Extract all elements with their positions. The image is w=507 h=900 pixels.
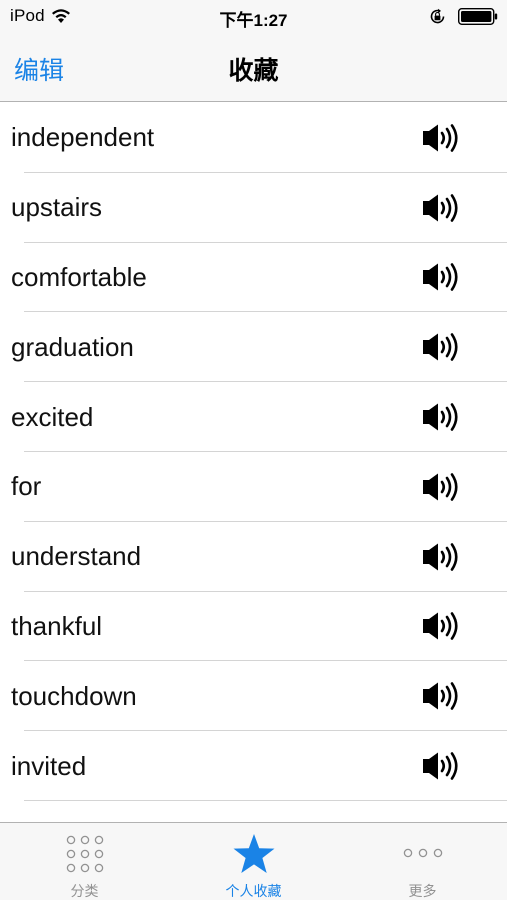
- speaker-icon[interactable]: [422, 542, 460, 572]
- word-label: understand: [11, 541, 142, 572]
- speaker-icon[interactable]: [422, 193, 460, 223]
- word-label: independent: [11, 122, 155, 153]
- word-label: excited: [11, 401, 94, 432]
- speaker-icon[interactable]: [422, 472, 460, 502]
- status-right: [429, 8, 498, 25]
- list-item[interactable]: excited: [0, 382, 507, 452]
- navigation-bar: 编辑 收藏: [0, 34, 507, 102]
- speaker-icon[interactable]: [422, 611, 460, 641]
- more-dots-icon: [403, 848, 442, 858]
- word-label: graduation: [11, 331, 134, 362]
- list-item[interactable]: for: [0, 452, 507, 522]
- grid-dots-icon: [66, 835, 103, 873]
- tab-more[interactable]: 更多: [338, 823, 507, 900]
- list-item[interactable]: independent: [0, 103, 507, 173]
- speaker-icon[interactable]: [422, 681, 460, 711]
- list-item[interactable]: upstairs: [0, 173, 507, 243]
- list-item[interactable]: graduation: [0, 312, 507, 382]
- page-title: 收藏: [228, 57, 279, 85]
- speaker-icon[interactable]: [422, 751, 460, 781]
- tab-bar: 分类 个人收藏 更多: [0, 822, 507, 900]
- tab-label-favorites: 个人收藏: [225, 883, 282, 899]
- tab-label-more: 更多: [408, 883, 437, 899]
- favorites-list: independent upstairs comfortable graduation…: [0, 103, 507, 801]
- speaker-icon[interactable]: [422, 123, 460, 153]
- tab-category[interactable]: 分类: [0, 823, 169, 900]
- list-item[interactable]: touchdown: [0, 661, 507, 731]
- status-bar: iPod 下午1:27: [0, 0, 507, 34]
- word-label: comfortable: [11, 261, 147, 292]
- rotation-lock-icon: [430, 8, 445, 24]
- battery-icon: [458, 8, 498, 25]
- word-label: upstairs: [11, 192, 103, 223]
- speaker-icon[interactable]: [422, 402, 460, 432]
- word-label: invited: [11, 750, 87, 781]
- list-item[interactable]: comfortable: [0, 243, 507, 313]
- list-item[interactable]: understand: [0, 522, 507, 592]
- tab-label-category: 分类: [70, 883, 99, 899]
- word-label: for: [11, 471, 42, 502]
- word-label: touchdown: [11, 680, 137, 711]
- speaker-icon[interactable]: [422, 262, 460, 292]
- tab-favorites[interactable]: 个人收藏: [169, 823, 338, 900]
- word-label: thankful: [11, 610, 103, 641]
- list-item[interactable]: thankful: [0, 592, 507, 662]
- speaker-icon[interactable]: [422, 332, 460, 362]
- star-icon: [233, 834, 274, 873]
- list-item[interactable]: invited: [0, 731, 507, 801]
